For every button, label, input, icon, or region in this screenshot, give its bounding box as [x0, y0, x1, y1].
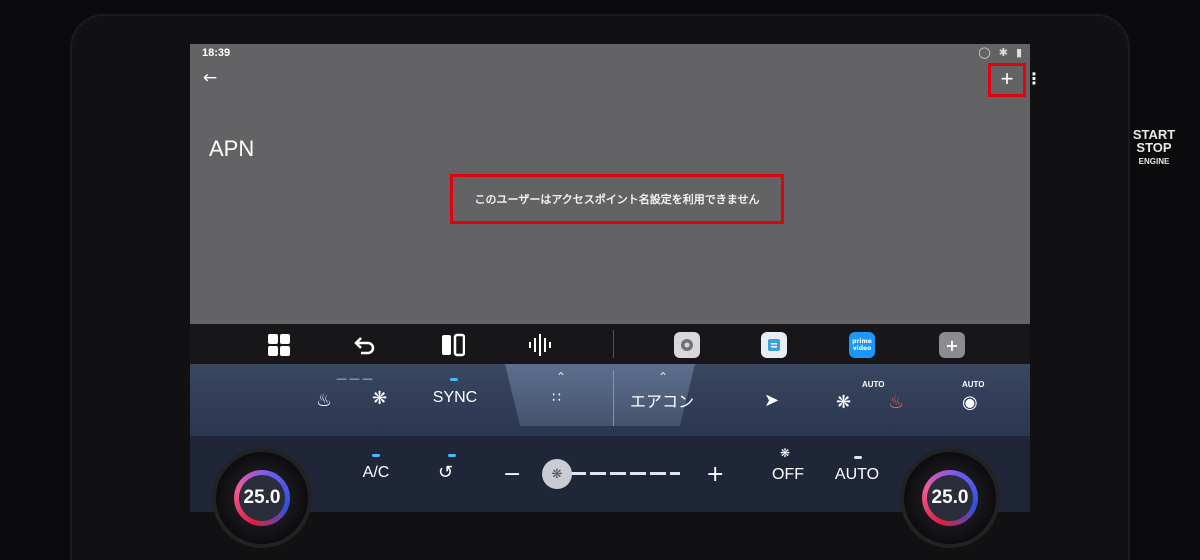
status-time: 18:39 — [202, 47, 231, 59]
signal-icon: ▮ — [1015, 46, 1022, 59]
fan-off-button[interactable]: OFF — [770, 466, 806, 484]
voice-wave-icon — [529, 334, 551, 356]
ac-indicator — [372, 454, 380, 457]
prime-video-app-icon: prime video — [849, 332, 875, 358]
caret-up-icon: ⌃ — [556, 370, 567, 384]
seat-vent-right-button[interactable]: ❋ — [836, 392, 851, 413]
settings-app-button[interactable] — [674, 332, 700, 358]
right-temperature-value: 25.0 — [927, 475, 973, 521]
voice-assistant-button[interactable] — [527, 332, 553, 358]
car-recirculation-icon: ↺ — [438, 462, 454, 483]
climate-panel-top: ——— ♨ ❋ SYNC ⌃ ∷ ⌃ エアコン ➤ AUTO ❋ ♨ AUTO … — [190, 364, 1030, 436]
steering-heater-button[interactable]: ◉ — [962, 392, 978, 413]
arrow-left-icon: ← — [202, 68, 218, 88]
settings-app-icon — [674, 332, 700, 358]
fan-icon: ❋ — [551, 466, 563, 482]
fan-increase-button[interactable]: + — [706, 462, 724, 487]
seat-heater-right-button[interactable]: ♨ — [888, 392, 904, 413]
dots-grid-icon: ∷ — [552, 390, 561, 406]
prime-video-app-button[interactable]: prime video — [849, 332, 875, 358]
airflow-mode-button[interactable]: ➤ — [764, 390, 779, 411]
back-nav-button[interactable] — [352, 332, 378, 358]
airflow-person-icon: ➤ — [764, 390, 780, 411]
seat-vent-left-button[interactable]: ❋ — [372, 388, 387, 409]
right-temperature-ring: 25.0 — [922, 470, 978, 526]
apn-settings-screen: 18:39 ◯ ✱ ▮ ← + ⋮ APN このユーザーはアクセスポイント名設定… — [190, 44, 1042, 324]
start-stop-engine-button[interactable]: START STOP ENGINE — [1130, 128, 1178, 168]
overflow-menu-button[interactable]: ⋮ — [1026, 68, 1042, 92]
notes-app-button[interactable] — [761, 332, 787, 358]
app-grid-button[interactable] — [266, 332, 292, 358]
bluetooth-icon: ✱ — [998, 46, 1008, 59]
right-temperature-knob[interactable]: 25.0 — [904, 452, 996, 544]
status-bar: 18:39 ◯ ✱ ▮ — [190, 44, 1030, 62]
seat-heat-icon: ♨ — [316, 390, 333, 411]
climate-menu-button[interactable]: ∷ — [552, 390, 561, 406]
seat-vent-icon-right: ❋ — [836, 392, 852, 413]
fan-decrease-button[interactable]: − — [503, 462, 521, 487]
undo-icon — [354, 337, 375, 355]
seat-heat-level: ——— — [336, 372, 375, 385]
location-off-icon: ◯ — [978, 46, 991, 59]
status-icons: ◯ ✱ ▮ — [978, 46, 1022, 59]
seat-vent-icon: ❋ — [372, 388, 388, 409]
fan-speed-thumb[interactable]: ❋ — [542, 459, 572, 489]
seat-heat-icon-right: ♨ — [888, 392, 905, 413]
fan-small-icon: ❋ — [780, 446, 791, 460]
back-button[interactable]: ← — [198, 66, 222, 90]
add-app-icon: + — [939, 332, 965, 358]
fan-speed-slider[interactable]: ❋ — [542, 459, 680, 489]
recirculation-indicator — [448, 454, 456, 457]
sync-indicator — [450, 378, 458, 381]
ac-button[interactable]: A/C — [356, 464, 396, 482]
add-apn-button[interactable]: + — [988, 63, 1026, 97]
app-bar: ← + ⋮ — [190, 62, 1042, 102]
plus-icon: + — [1000, 66, 1014, 91]
left-temperature-value: 25.0 — [239, 475, 285, 521]
stop-label: STOP — [1136, 140, 1172, 155]
add-app-button[interactable]: + — [939, 332, 965, 358]
left-temperature-knob[interactable]: 25.0 — [216, 452, 308, 544]
split-screen-button[interactable] — [440, 332, 466, 358]
left-temperature-ring: 25.0 — [234, 470, 290, 526]
aircon-button[interactable]: エアコン — [630, 388, 694, 412]
seat-heater-left-button[interactable]: ♨ — [316, 390, 332, 411]
sync-button[interactable]: SYNC — [428, 389, 482, 407]
caret-up-icon-2: ⌃ — [658, 370, 669, 384]
auto-indicator — [854, 456, 862, 459]
steering-auto-label: AUTO — [962, 380, 985, 389]
notes-app-icon — [761, 332, 787, 358]
steering-wheel-heat-icon: ◉ — [962, 392, 978, 413]
unavailable-message: このユーザーはアクセスポイント名設定を利用できません — [474, 193, 760, 206]
recirculation-button[interactable]: ↺ — [438, 462, 453, 483]
more-vert-icon: ⋮ — [1026, 69, 1042, 88]
split-screen-icon — [442, 333, 465, 357]
app-dock: prime video + — [190, 324, 1030, 364]
page-title: APN — [209, 136, 255, 161]
dock-divider — [613, 330, 614, 358]
app-grid-icon — [268, 334, 290, 356]
climate-divider — [613, 370, 614, 426]
engine-label: ENGINE — [1138, 157, 1170, 166]
seat-auto-label: AUTO — [862, 380, 885, 389]
auto-climate-button[interactable]: AUTO — [830, 466, 884, 484]
unavailable-message-highlight: このユーザーはアクセスポイント名設定を利用できません — [450, 174, 784, 224]
